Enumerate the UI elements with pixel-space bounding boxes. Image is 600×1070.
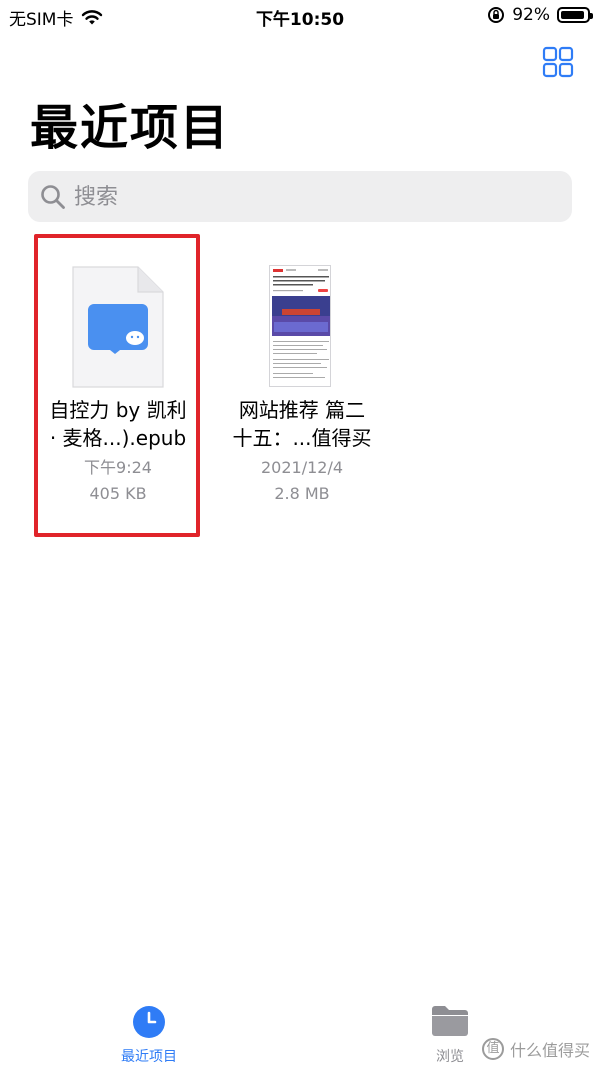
clock-icon — [133, 1006, 165, 1038]
folder-icon — [432, 1006, 468, 1036]
file-name-line: 网站推荐 篇二 — [238, 398, 366, 422]
file-name: 网站推荐 篇二 十五：...值得买 — [212, 396, 392, 452]
file-name: 自控力 by 凯利 · 麦格...).epub — [28, 396, 208, 452]
search-input[interactable] — [72, 171, 556, 224]
status-right: 92% — [487, 5, 593, 25]
file-name-line: · 麦格...).epub — [49, 426, 187, 450]
file-name-line: 十五：...值得买 — [232, 426, 372, 450]
rotation-lock-icon — [488, 7, 505, 23]
status-bar: 无SIM卡 下午10:50 92% — [0, 0, 600, 34]
thumbnail-preview — [272, 269, 330, 378]
battery-level-fill — [561, 11, 584, 19]
battery-percent: 92% — [512, 5, 550, 25]
webpage-thumbnail — [269, 265, 331, 387]
file-size: 405 KB — [89, 484, 147, 503]
file-date: 2021/12/4 — [260, 458, 344, 477]
search-bar[interactable] — [28, 171, 572, 224]
watermark-text: 什么值得买 — [509, 1041, 590, 1060]
page-title: 最近项目 — [30, 100, 231, 156]
file-date: 下午9:24 — [84, 458, 152, 477]
smzdm-logo-icon: 值 — [481, 1038, 504, 1060]
epub-file-icon — [72, 266, 164, 388]
tab-recents[interactable]: 最近项目 — [89, 1004, 209, 1066]
battery-tip — [590, 13, 593, 19]
battery-icon — [557, 7, 593, 23]
watermark: 值 什么值得买 — [481, 1037, 590, 1061]
search-icon — [41, 185, 65, 209]
file-name-line: 自控力 by 凯利 — [49, 398, 187, 422]
file-size: 2.8 MB — [274, 484, 330, 503]
grid-view-icon[interactable] — [542, 46, 574, 78]
tab-recents-label: 最近项目 — [121, 1049, 177, 1065]
